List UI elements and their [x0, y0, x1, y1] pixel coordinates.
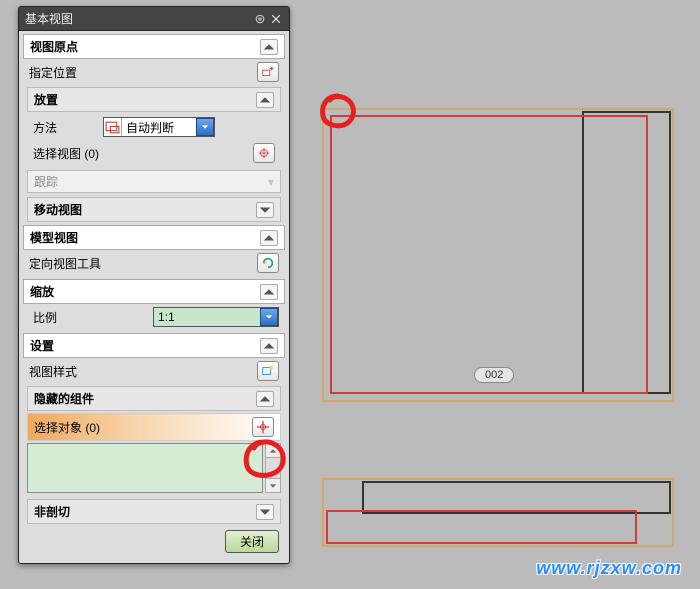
chevron-up-icon[interactable]	[256, 92, 274, 108]
specify-position-row: 指定位置	[23, 59, 285, 85]
object-list[interactable]	[27, 443, 263, 493]
method-dropdown[interactable]: 自动判断	[103, 117, 215, 137]
object-list-area	[27, 443, 281, 493]
specify-position-label: 指定位置	[29, 64, 257, 81]
section-scale[interactable]: 缩放	[23, 279, 285, 304]
select-view-row: 选择视图 (0)	[29, 140, 279, 166]
hidden-comp-label: 隐藏的组件	[34, 390, 94, 407]
section-view-origin[interactable]: 视图原点	[23, 34, 285, 59]
method-label: 方法	[33, 119, 103, 136]
select-object-button[interactable]	[252, 417, 274, 437]
view-style-label: 视图样式	[29, 363, 257, 380]
method-row: 方法 自动判断	[29, 114, 279, 140]
chevron-down-icon[interactable]	[196, 118, 214, 136]
section-label: 视图原点	[30, 38, 78, 55]
section-model-view[interactable]: 模型视图	[23, 225, 285, 250]
close-button[interactable]: 关闭	[225, 530, 279, 553]
orient-tool-label: 定向视图工具	[29, 255, 257, 272]
view-style-row: 视图样式	[23, 358, 285, 384]
orient-tool-button[interactable]	[257, 253, 279, 273]
chevron-down-icon[interactable]	[260, 308, 278, 326]
subsection-placement[interactable]: 放置	[27, 87, 281, 112]
select-object-label: 选择对象 (0)	[34, 419, 100, 436]
chevron-up-icon[interactable]	[260, 338, 278, 354]
select-view-button[interactable]	[253, 143, 275, 163]
view-style-button[interactable]	[257, 361, 279, 381]
chevron-up-icon[interactable]	[260, 39, 278, 55]
subsection-non-section[interactable]: 非剖切	[27, 499, 281, 524]
select-object-row[interactable]: 选择对象 (0)	[27, 413, 281, 441]
scroll-down-icon[interactable]	[266, 478, 280, 492]
specify-position-button[interactable]	[257, 62, 279, 82]
ratio-value: 1:1	[154, 310, 260, 324]
method-value: 自动判断	[122, 119, 196, 136]
ratio-row: 比例 1:1	[23, 304, 285, 330]
method-option-icon	[104, 118, 122, 136]
chevron-down-icon: ▾	[268, 175, 274, 189]
canvas-red-rect	[330, 115, 648, 394]
scroll-up-icon[interactable]	[266, 444, 280, 458]
chevron-up-icon[interactable]	[260, 284, 278, 300]
section-label: 缩放	[30, 283, 54, 300]
chevron-up-icon[interactable]	[260, 230, 278, 246]
panel-titlebar[interactable]: 基本视图	[19, 7, 289, 31]
chevron-up-icon[interactable]	[256, 391, 274, 407]
move-view-label: 移动视图	[34, 201, 82, 218]
scrollbar[interactable]	[265, 443, 281, 493]
section-label: 设置	[30, 337, 54, 354]
basic-view-panel: 基本视图 视图原点 指定位置 放置 方法 自	[18, 6, 290, 564]
subsection-move-view[interactable]: 移动视图	[27, 197, 281, 222]
chevron-down-icon[interactable]	[256, 202, 274, 218]
track-label: 跟踪	[34, 173, 58, 190]
orient-tool-row: 定向视图工具	[23, 250, 285, 276]
section-label: 模型视图	[30, 229, 78, 246]
non-section-label: 非剖切	[34, 503, 70, 520]
canvas-badge: 002	[474, 367, 514, 383]
subsection-hidden-components[interactable]: 隐藏的组件	[27, 386, 281, 411]
chevron-down-icon[interactable]	[256, 504, 274, 520]
select-view-label: 选择视图 (0)	[33, 145, 253, 162]
section-settings[interactable]: 设置	[23, 333, 285, 358]
subsection-label: 放置	[34, 91, 58, 108]
panel-title: 基本视图	[25, 7, 253, 31]
gear-icon[interactable]	[253, 12, 267, 26]
watermark: www.rjzxw.com	[536, 558, 682, 579]
ratio-dropdown[interactable]: 1:1	[153, 307, 279, 327]
track-row-disabled: 跟踪 ▾	[27, 170, 281, 193]
canvas-bottom-red	[326, 510, 637, 544]
ratio-label: 比例	[33, 309, 153, 326]
close-icon[interactable]	[269, 12, 283, 26]
